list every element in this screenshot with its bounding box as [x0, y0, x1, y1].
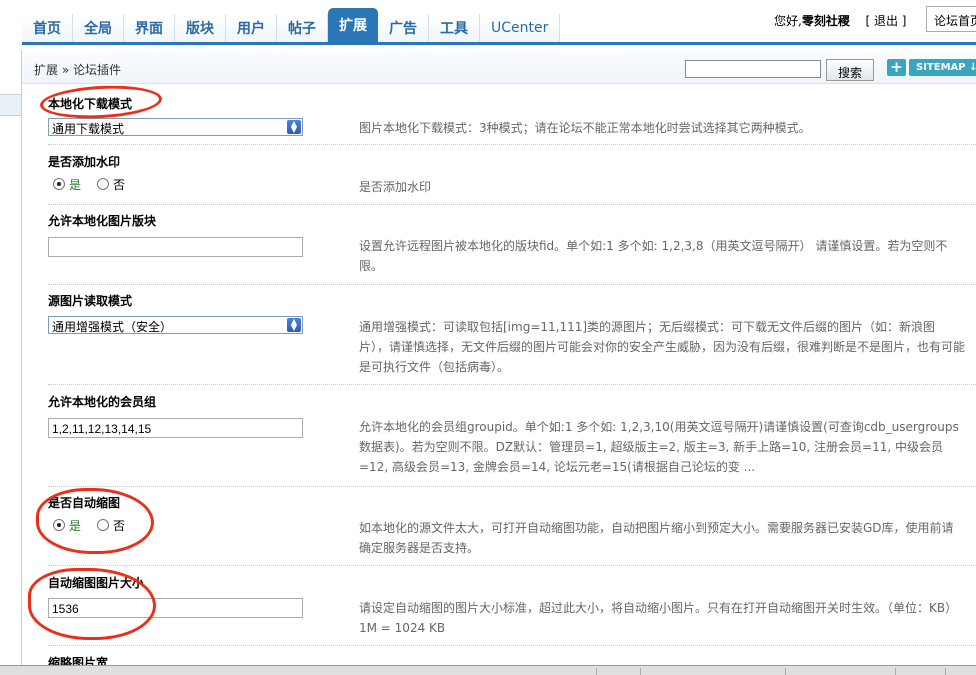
status-bar [0, 665, 976, 675]
status-bar-divider [895, 668, 896, 675]
breadcrumb: 扩展 » 论坛插件 [34, 63, 121, 77]
top-nav-bar: 首页 全局 界面 版块 用户 帖子 扩展 广告 工具 UCenter 您好,零刻… [0, 0, 976, 50]
row-divider [48, 284, 976, 285]
nav-tab-ads[interactable]: 广告 [378, 14, 429, 42]
row-divider [48, 384, 976, 385]
left-frame [0, 50, 22, 665]
nav-tab-home[interactable]: 首页 [22, 14, 73, 42]
watermark-yes-radio[interactable] [53, 178, 65, 190]
setting-title-allowed-forums: 允许本地化图片版块 [48, 214, 157, 228]
select-arrow-icon: ▲ ▼ [287, 318, 301, 332]
greeting-prefix: 您好, [774, 14, 802, 28]
download-mode-select[interactable]: 通用下载模式 ▲ ▼ [48, 118, 303, 136]
setting-desc-allowed-groups: 允许本地化的会员组groupid。单个如:1 多个如: 1,2,3,10(用英文… [359, 420, 959, 474]
setting-desc-thumbnail-size: 请设定自动缩图的图片大小标准，超过此大小，将自动缩小图片。只有在打开自动缩图开关… [359, 601, 958, 635]
setting-title-watermark: 是否添加水印 [48, 155, 121, 169]
forum-home-button[interactable]: 论坛首页 [926, 6, 976, 32]
setting-desc-source-read-mode: 通用增强模式：可读取包括[img=11,111]类的源图片；无后缀模式：可下载无… [359, 320, 966, 374]
select-arrow-icon: ▲ ▼ [287, 120, 301, 134]
nav-tab-global[interactable]: 全局 [73, 14, 124, 42]
setting-desc-allowed-forums: 设置允许远程图片被本地化的版块fid。单个如:1 多个如: 1,2,3,8（用英… [359, 239, 948, 273]
watermark-radio-group: 是 否 [53, 176, 125, 192]
annotation-circle [28, 568, 156, 640]
logout-link[interactable]: [ 退出 ] [866, 14, 907, 28]
row-divider [48, 486, 976, 487]
left-frame-tab[interactable] [0, 94, 21, 116]
user-greeting: 您好,零刻社稷 [ 退出 ] [774, 12, 907, 29]
nav-tab-tools[interactable]: 工具 [429, 14, 480, 42]
annotation-circle [39, 82, 163, 122]
row-divider [48, 144, 976, 145]
status-bar-divider [640, 668, 641, 675]
add-shortcut-button[interactable]: + [887, 59, 906, 76]
allowed-forums-input[interactable] [48, 237, 303, 257]
breadcrumb-bar: 扩展 » 论坛插件 搜索 + SITEMAP ↓ [22, 50, 976, 84]
row-divider [48, 565, 976, 566]
row-divider [48, 645, 976, 646]
watermark-yes-label: 是 [69, 177, 82, 192]
status-bar-divider [596, 668, 597, 675]
download-mode-value: 通用下载模式 [52, 122, 125, 136]
nav-tab-users[interactable]: 用户 [226, 14, 277, 42]
annotation-circle [36, 488, 154, 554]
status-bar-divider [785, 668, 786, 675]
setting-desc-auto-thumbnail: 如本地化的源文件太大，可打开自动缩图功能，自动把图片缩小到预定大小。需要服务器已… [359, 521, 954, 555]
nav-tab-interface[interactable]: 界面 [124, 14, 175, 42]
sitemap-button[interactable]: SITEMAP ↓ [909, 59, 976, 76]
username: 零刻社稷 [801, 14, 850, 28]
allowed-groups-input[interactable] [48, 418, 303, 438]
search-button[interactable]: 搜索 [826, 59, 874, 81]
status-bar-divider [945, 668, 946, 675]
nav-tab-posts[interactable]: 帖子 [277, 14, 328, 42]
setting-desc-download-mode: 图片本地化下载模式：3种模式；请在论坛不能正常本地化时尝试选择其它两种模式。 [359, 121, 811, 135]
nav-tab-ucenter[interactable]: UCenter [480, 14, 561, 42]
setting-desc-watermark: 是否添加水印 [359, 180, 432, 194]
search-input[interactable] [685, 60, 821, 78]
row-divider [48, 204, 976, 205]
source-read-mode-select[interactable]: 通用增强模式（安全） ▲ ▼ [48, 316, 303, 334]
nav-tab-extensions[interactable]: 扩展 [328, 8, 378, 42]
nav-underline [22, 42, 976, 45]
setting-title-source-read-mode: 源图片读取模式 [48, 294, 133, 308]
watermark-no-label: 否 [113, 177, 126, 192]
setting-title-allowed-groups: 允许本地化的会员组 [48, 395, 157, 409]
source-read-mode-value: 通用增强模式（安全） [52, 320, 173, 334]
nav-tab-forums[interactable]: 版块 [175, 14, 226, 42]
watermark-no-radio[interactable] [97, 178, 110, 190]
main-nav: 首页 全局 界面 版块 用户 帖子 扩展 广告 工具 UCenter [22, 8, 561, 42]
